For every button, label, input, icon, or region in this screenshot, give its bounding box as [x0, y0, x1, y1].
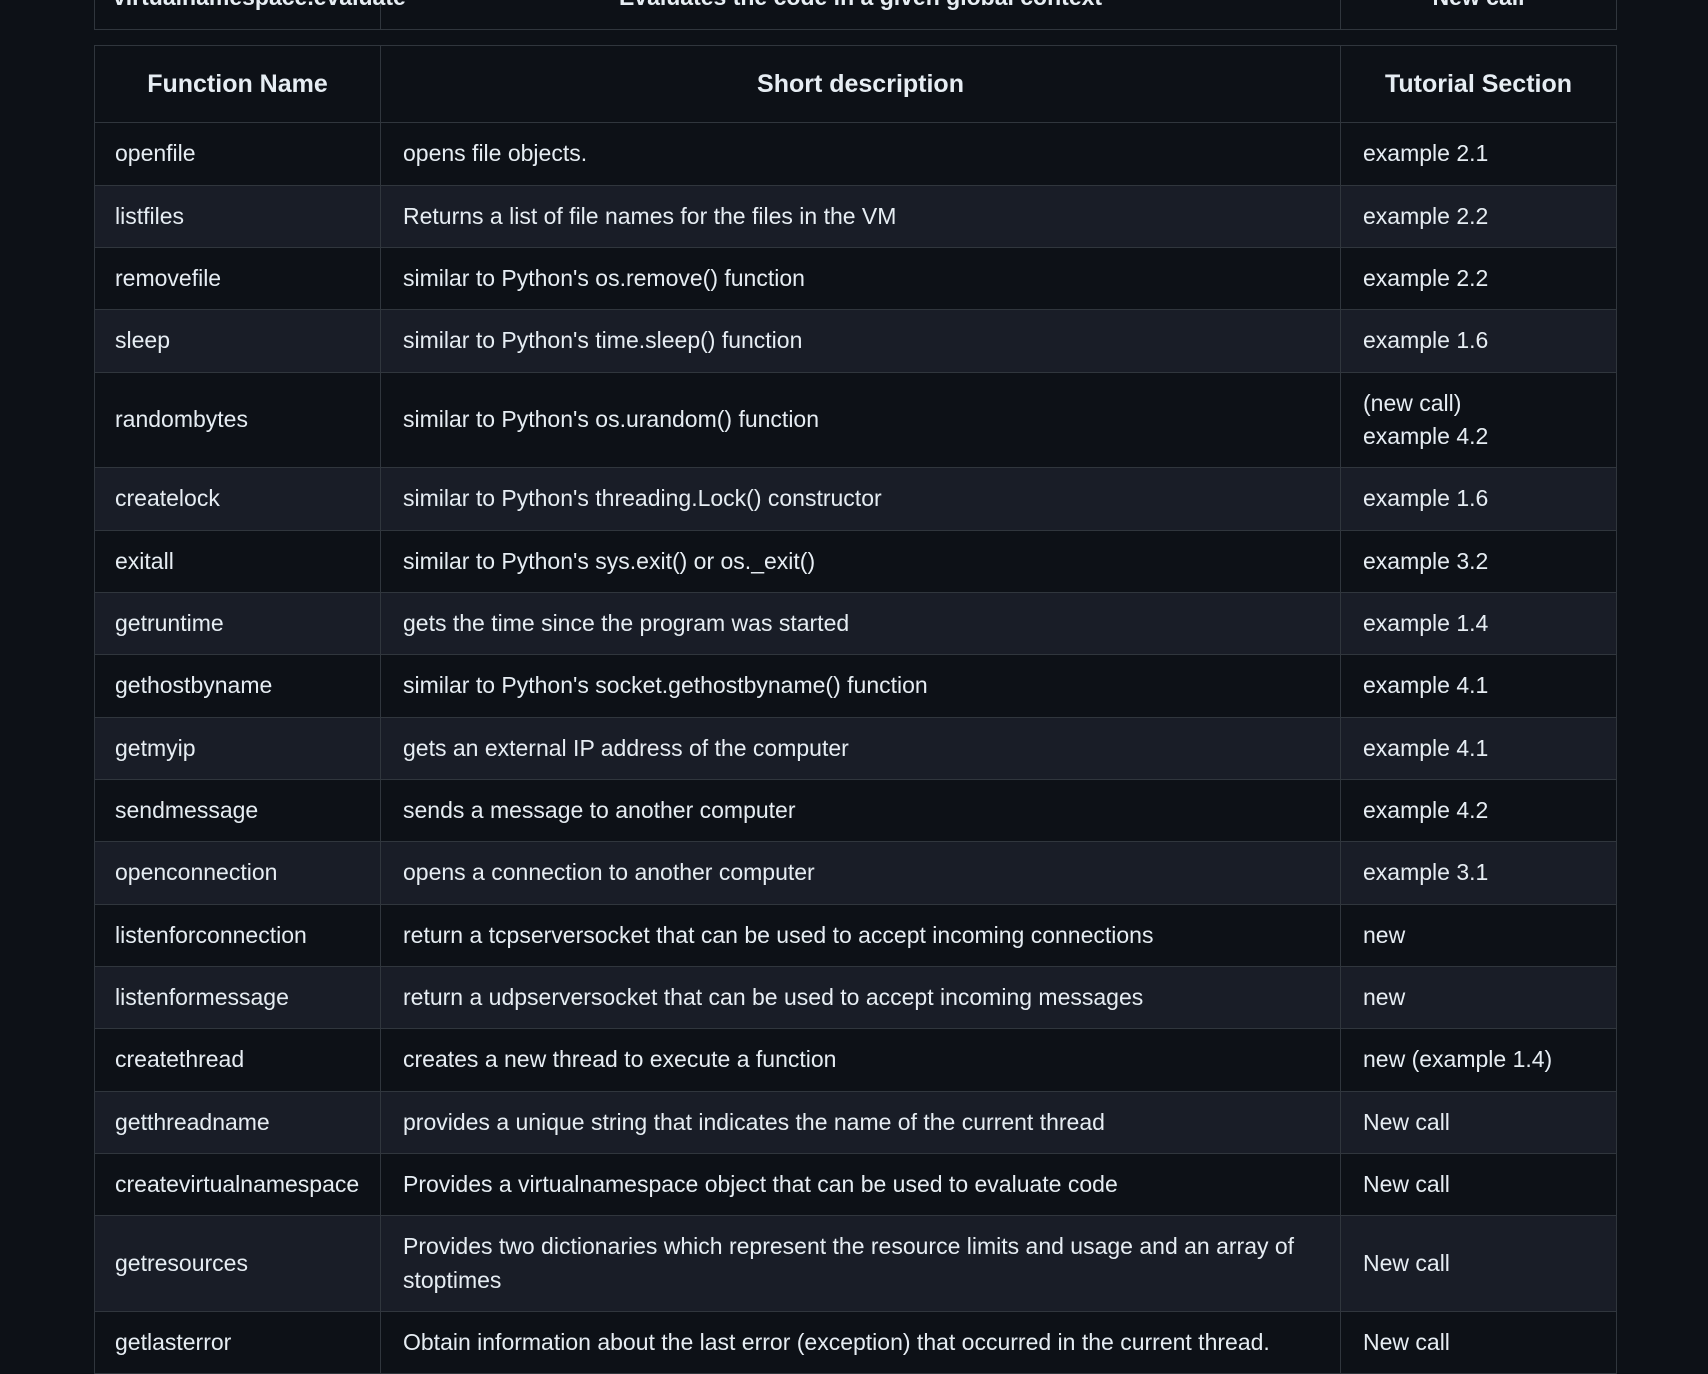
cell-tutorial-section: (new call) example 4.2 [1340, 371, 1617, 469]
cell-function-name: sleep [94, 309, 381, 373]
table-row: sendmessage sends a message to another co… [94, 779, 1617, 843]
cell-short-description: Provides two dictionaries which represen… [380, 1215, 1341, 1313]
table-row: exitall similar to Python's sys.exit() or… [94, 529, 1617, 594]
table-row: openfile opens file objects. example 2.1 [94, 122, 1617, 186]
column-header-tutorial-section: Tutorial Section [1340, 44, 1617, 124]
cell-tutorial-section: new (example 1.4) [1340, 1028, 1617, 1092]
cell-tutorial-section: example 2.1 [1340, 122, 1617, 186]
cell-short-description: similar to Python's time.sleep() functio… [380, 309, 1341, 373]
cell-short-description: similar to Python's os.urandom() functio… [380, 371, 1341, 469]
cell-short-description: Returns a list of file names for the fil… [380, 184, 1341, 248]
cell-tutorial-section: example 2.2 [1340, 184, 1617, 248]
cell-tutorial-section: new [1340, 903, 1617, 968]
table-row: getresources Provides two dictionaries wh… [94, 1215, 1617, 1313]
cell-function-name: createvirtualnamespace [94, 1153, 381, 1217]
cell-short-description: gets the time since the program was star… [380, 591, 1341, 656]
cell-function-name: removefile [94, 246, 381, 311]
previous-table: virtualnamespace.evaluate Evaluates the … [94, 0, 1617, 30]
cell-function-name: getthreadname [94, 1090, 381, 1155]
cell-short-description: similar to Python's os.remove() function [380, 246, 1341, 311]
cell-short-description: similar to Python's socket.gethostbyname… [380, 654, 1341, 718]
cell-tutorial-section: example 3.1 [1340, 841, 1617, 905]
cell-short-description: opens a connection to another computer [380, 841, 1341, 905]
table-row: getmyip gets an external IP address of th… [94, 716, 1617, 781]
table-row: sleep similar to Python's time.sleep() fu… [94, 309, 1617, 373]
cell-tutorial-section: example 4.1 [1340, 654, 1617, 718]
cell-function-name: openfile [94, 122, 381, 186]
table-row: gethostbyname similar to Python's socket.… [94, 654, 1617, 718]
table-row: createthread creates a new thread to exec… [94, 1028, 1617, 1092]
table-header-row: Function Name Short description Tutorial… [94, 44, 1617, 124]
table-row: listenforconnection return a tcpserversoc… [94, 903, 1617, 968]
cell-short-description: Obtain information about the last error … [380, 1311, 1341, 1374]
cell-short-description: return a tcpserversocket that can be use… [380, 903, 1341, 968]
cell-tutorial-section: example 1.6 [1340, 467, 1617, 531]
cell-short-description: opens file objects. [380, 122, 1341, 186]
cell-tutorial-section: New call [1340, 1153, 1617, 1217]
table-row: listenformessage return a udpserversocket… [94, 966, 1617, 1030]
cell-function-name: gethostbyname [94, 654, 381, 718]
table-row: randombytes similar to Python's os.urando… [94, 371, 1617, 469]
cell-function-name: getmyip [94, 716, 381, 781]
cell-function-name: listfiles [94, 184, 381, 248]
previous-function-name: virtualnamespace.evaluate [94, 0, 406, 30]
function-reference-table: Function Name Short description Tutorial… [94, 44, 1617, 1374]
table-row: listfiles Returns a list of file names fo… [94, 184, 1617, 248]
cell-tutorial-section: example 4.1 [1340, 716, 1617, 781]
cell-function-name: listenforconnection [94, 903, 381, 968]
cell-function-name: randombytes [94, 371, 381, 469]
cell-function-name: getruntime [94, 591, 381, 656]
cell-short-description: creates a new thread to execute a functi… [380, 1028, 1341, 1092]
cell-function-name: createlock [94, 467, 381, 531]
cell-short-description: gets an external IP address of the compu… [380, 716, 1341, 781]
cell-function-name: exitall [94, 529, 381, 594]
cell-short-description: provides a unique string that indicates … [380, 1090, 1341, 1155]
cell-function-name: sendmessage [94, 779, 381, 843]
table-row: openconnection opens a connection to anot… [94, 841, 1617, 905]
cell-function-name: getresources [94, 1215, 381, 1313]
table-row: virtualnamespace.evaluate Evaluates the … [94, 0, 1617, 30]
cell-tutorial-section: New call [1340, 1215, 1617, 1313]
table-body: openfile opens file objects. example 2.1 li… [94, 122, 1617, 1374]
table-header: Function Name Short description Tutorial… [94, 44, 1617, 124]
column-header-function-name: Function Name [94, 44, 381, 124]
table-row: getthreadname provides a unique string th… [94, 1090, 1617, 1155]
cell-tutorial-section: New call [1340, 1090, 1617, 1155]
cell-short-description: return a udpserversocket that can be use… [380, 966, 1341, 1030]
cell-function-name: listenformessage [94, 966, 381, 1030]
cell-function-name: getlasterror [94, 1311, 381, 1374]
previous-table-fragment: virtualnamespace.evaluate Evaluates the … [94, 0, 1617, 30]
cell-tutorial-section: New call [1340, 1311, 1617, 1374]
cell-tutorial-section: example 4.2 [1340, 779, 1617, 843]
cell-tutorial-section: example 2.2 [1340, 246, 1617, 311]
cell-tutorial-section: example 1.4 [1340, 591, 1617, 656]
cell-tutorial-section: example 1.6 [1340, 309, 1617, 373]
cell-tutorial-section: example 3.2 [1340, 529, 1617, 594]
table-row: getruntime gets the time since the progra… [94, 591, 1617, 656]
column-header-short-description: Short description [380, 44, 1341, 124]
cell-short-description: sends a message to another computer [380, 779, 1341, 843]
function-reference-table-container: Function Name Short description Tutorial… [94, 44, 1617, 1374]
page-root: virtualnamespace.evaluate Evaluates the … [0, 0, 1708, 1374]
cell-short-description: similar to Python's threading.Lock() con… [380, 467, 1341, 531]
previous-short-description: Evaluates the code in a given global con… [380, 0, 1341, 30]
table-row: createlock similar to Python's threading.… [94, 467, 1617, 531]
cell-short-description: Provides a virtualnamespace object that … [380, 1153, 1341, 1217]
table-row: getlasterror Obtain information about the… [94, 1311, 1617, 1374]
cell-tutorial-section: new [1340, 966, 1617, 1030]
cell-function-name: createthread [94, 1028, 381, 1092]
previous-tutorial-section: New call [1340, 0, 1617, 30]
table-row: removefile similar to Python's os.remove(… [94, 246, 1617, 311]
cell-function-name: openconnection [94, 841, 381, 905]
cell-short-description: similar to Python's sys.exit() or os._ex… [380, 529, 1341, 594]
table-row: createvirtualnamespace Provides a virtual… [94, 1153, 1617, 1217]
